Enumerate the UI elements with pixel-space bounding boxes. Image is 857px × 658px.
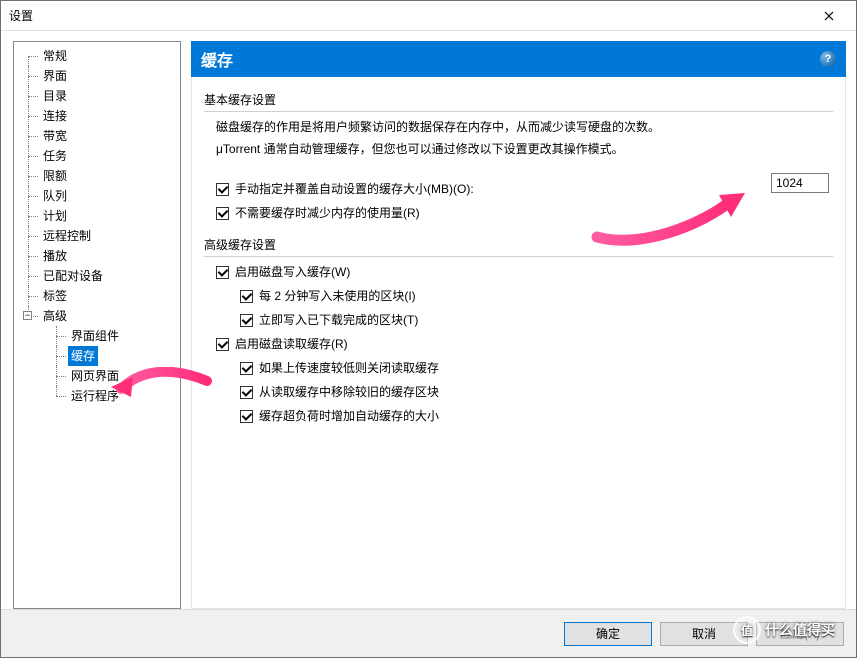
panel-title: 缓存 xyxy=(201,47,233,71)
checkbox-enable-read[interactable] xyxy=(216,338,229,351)
tree-expander-advanced[interactable] xyxy=(23,311,32,320)
tree-item-conn[interactable]: 连接 xyxy=(40,106,70,126)
ok-button[interactable]: 确定 xyxy=(564,622,652,646)
label-write-immediate: 立即写入已下载完成的区块(T) xyxy=(259,311,418,329)
label-read-purge: 从读取缓存中移除较旧的缓存区块 xyxy=(259,383,439,401)
tree-item-webui[interactable]: 网页界面 xyxy=(68,366,122,386)
tree-item-quota[interactable]: 限额 xyxy=(40,166,70,186)
label-enable-read: 启用磁盘读取缓存(R) xyxy=(235,335,348,353)
tree-item-paired[interactable]: 已配对设备 xyxy=(40,266,106,286)
label-write-2min: 每 2 分钟写入未使用的区块(I) xyxy=(259,287,416,305)
checkbox-reduce-mem[interactable] xyxy=(216,207,229,220)
checkbox-enable-write[interactable] xyxy=(216,266,229,279)
apply-button[interactable]: 应用(A) xyxy=(756,622,844,646)
basic-desc1: 磁盘缓存的作用是将用户频繁访问的数据保存在内存中，从而减少读写硬盘的次数。 xyxy=(216,118,833,136)
tree-item-play[interactable]: 播放 xyxy=(40,246,70,266)
button-strip: 确定 取消 应用(A) xyxy=(1,609,856,657)
checkbox-read-slowup[interactable] xyxy=(240,362,253,375)
panel-header: 缓存 ? xyxy=(191,41,846,77)
tree-item-dir[interactable]: 目录 xyxy=(40,86,70,106)
tree-item-sched[interactable]: 计划 xyxy=(40,206,70,226)
label-read-slowup: 如果上传速度较低则关闭读取缓存 xyxy=(259,359,439,377)
tree-item-uiextras[interactable]: 界面组件 xyxy=(68,326,122,346)
cache-size-input[interactable] xyxy=(771,173,829,193)
checkbox-read-grow[interactable] xyxy=(240,410,253,423)
tree-item-cache[interactable]: 缓存 xyxy=(68,346,98,366)
label-manual-cache: 手动指定并覆盖自动设置的缓存大小(MB)(O): xyxy=(235,180,474,198)
label-read-grow: 缓存超负荷时增加自动缓存的大小 xyxy=(259,407,439,425)
label-enable-write: 启用磁盘写入缓存(W) xyxy=(235,263,350,281)
basic-desc2: μTorrent 通常自动管理缓存，但您也可以通过修改以下设置更改其操作模式。 xyxy=(216,140,833,158)
tree-item-run[interactable]: 运行程序 xyxy=(68,386,122,406)
group-basic: 基本缓存设置 xyxy=(204,91,833,108)
checkbox-write-immediate[interactable] xyxy=(240,314,253,327)
tree-item-label[interactable]: 标签 xyxy=(40,286,70,306)
checkbox-write-2min[interactable] xyxy=(240,290,253,303)
window-title: 设置 xyxy=(9,7,806,24)
tree-item-ui[interactable]: 界面 xyxy=(40,66,70,86)
checkbox-manual-cache[interactable] xyxy=(216,183,229,196)
tree-item-task[interactable]: 任务 xyxy=(40,146,70,166)
checkbox-read-purge[interactable] xyxy=(240,386,253,399)
settings-tree: 常规 界面 目录 连接 带宽 任务 限额 队列 计划 远程控制 播放 已配对设备… xyxy=(13,41,181,609)
tree-item-remote[interactable]: 远程控制 xyxy=(40,226,94,246)
label-reduce-mem: 不需要缓存时减少内存的使用量(R) xyxy=(235,204,420,222)
group-advanced: 高级缓存设置 xyxy=(204,236,833,253)
tree-item-general[interactable]: 常规 xyxy=(40,46,70,66)
cancel-button[interactable]: 取消 xyxy=(660,622,748,646)
tree-item-bw[interactable]: 带宽 xyxy=(40,126,70,146)
help-icon[interactable]: ? xyxy=(820,51,836,67)
close-icon[interactable] xyxy=(806,2,852,30)
tree-item-queue[interactable]: 队列 xyxy=(40,186,70,206)
tree-item-advanced[interactable]: 高级 xyxy=(40,306,70,326)
